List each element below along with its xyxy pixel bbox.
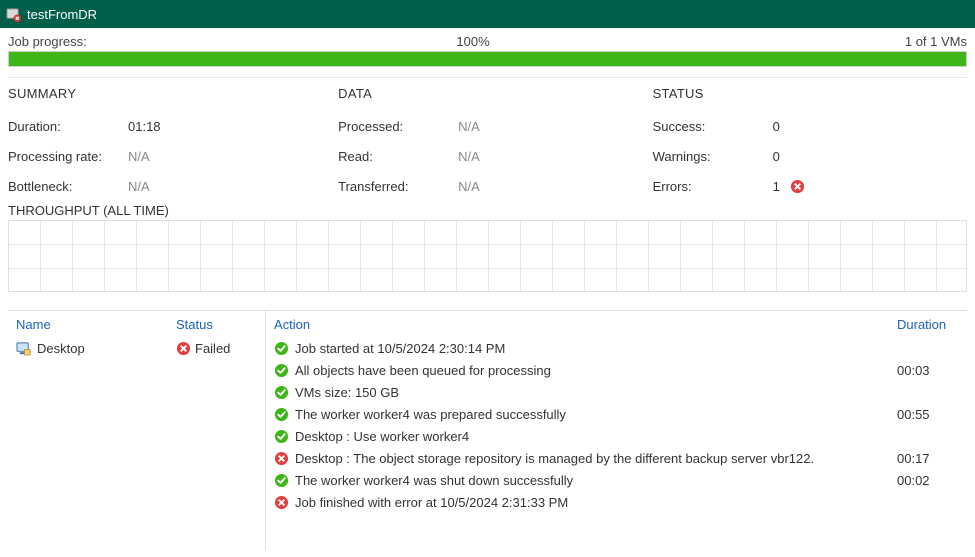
- action-text: The worker worker4 was prepared successf…: [295, 407, 566, 422]
- status-heading: STATUS: [653, 86, 967, 101]
- success-icon: [274, 341, 289, 356]
- data-processed-value: N/A: [458, 119, 480, 134]
- status-success: Success: 0: [653, 111, 967, 141]
- action-text: Desktop : The object storage repository …: [295, 451, 814, 466]
- actions-col-action[interactable]: Action: [274, 317, 897, 332]
- data-processed-label: Processed:: [338, 119, 458, 134]
- objects-col-name[interactable]: Name: [16, 317, 176, 332]
- status-success-label: Success:: [653, 119, 773, 134]
- success-icon: [274, 363, 289, 378]
- summary-bottleneck: Bottleneck: N/A: [8, 171, 338, 201]
- throughput-heading: THROUGHPUT (ALL TIME): [0, 201, 975, 218]
- status-success-value: 0: [773, 119, 780, 134]
- error-icon: [274, 451, 289, 466]
- actions-table-head: Action Duration: [266, 311, 967, 337]
- summary-bottleneck-label: Bottleneck:: [8, 179, 128, 194]
- window-title: testFromDR: [27, 7, 97, 22]
- action-text: Job finished with error at 10/5/2024 2:3…: [295, 495, 568, 510]
- data-column: DATA Processed: N/A Read: N/A Transferre…: [338, 86, 652, 201]
- summary-duration-label: Duration:: [8, 119, 128, 134]
- table-row[interactable]: Job finished with error at 10/5/2024 2:3…: [266, 491, 967, 513]
- data-heading: DATA: [338, 86, 652, 101]
- progress-bar: [8, 51, 967, 67]
- status-warnings: Warnings: 0: [653, 141, 967, 171]
- status-warnings-label: Warnings:: [653, 149, 773, 164]
- status-icon: [176, 341, 191, 356]
- objects-col-status[interactable]: Status: [176, 317, 265, 332]
- action-text: Job started at 10/5/2024 2:30:14 PM: [295, 341, 505, 356]
- job-progress-vms: 1 of 1 VMs: [905, 34, 967, 49]
- table-row[interactable]: Desktop : Use worker worker4: [266, 425, 967, 447]
- separator: [8, 77, 967, 78]
- summary-rate: Processing rate: N/A: [8, 141, 338, 171]
- object-status: Failed: [195, 341, 230, 356]
- status-errors: Errors: 1: [653, 171, 967, 201]
- action-duration: 00:02: [897, 473, 967, 488]
- action-duration: 00:55: [897, 407, 967, 422]
- action-text: Desktop : Use worker worker4: [295, 429, 469, 444]
- action-duration: 00:03: [897, 363, 967, 378]
- error-icon: [274, 495, 289, 510]
- summary-duration-value: 01:18: [128, 119, 161, 134]
- data-processed: Processed: N/A: [338, 111, 652, 141]
- success-icon: [274, 473, 289, 488]
- object-name: Desktop: [37, 341, 85, 356]
- table-row[interactable]: The worker worker4 was prepared successf…: [266, 403, 967, 425]
- data-read-label: Read:: [338, 149, 458, 164]
- success-icon: [274, 429, 289, 444]
- summary-bottleneck-value: N/A: [128, 179, 150, 194]
- summary-column: SUMMARY Duration: 01:18 Processing rate:…: [8, 86, 338, 201]
- app-icon: [6, 7, 21, 22]
- actions-col-duration[interactable]: Duration: [897, 317, 967, 332]
- action-text: All objects have been queued for process…: [295, 363, 551, 378]
- summary-rate-label: Processing rate:: [8, 149, 128, 164]
- table-row[interactable]: Job started at 10/5/2024 2:30:14 PM: [266, 337, 967, 359]
- job-progress-percent: 100%: [456, 34, 904, 49]
- actions-table: Action Duration Job started at 10/5/2024…: [266, 311, 967, 550]
- progress-bar-fill: [9, 52, 966, 66]
- data-read-value: N/A: [458, 149, 480, 164]
- status-column: STATUS Success: 0 Warnings: 0 Errors: 1: [653, 86, 967, 201]
- error-icon: [790, 179, 805, 194]
- status-errors-label: Errors:: [653, 179, 773, 194]
- progress-row: Job progress: 100% 1 of 1 VMs: [0, 28, 975, 51]
- success-icon: [274, 385, 289, 400]
- tables-area: Name Status Desktop Failed Action Duratio…: [8, 310, 967, 550]
- data-transferred-label: Transferred:: [338, 179, 458, 194]
- vm-icon: [16, 341, 31, 356]
- status-errors-value: 1: [773, 179, 780, 194]
- data-transferred: Transferred: N/A: [338, 171, 652, 201]
- titlebar: testFromDR: [0, 0, 975, 28]
- table-row[interactable]: VMs size: 150 GB: [266, 381, 967, 403]
- status-warnings-value: 0: [773, 149, 780, 164]
- action-text: VMs size: 150 GB: [295, 385, 399, 400]
- objects-table-head: Name Status: [8, 311, 265, 337]
- summary-duration: Duration: 01:18: [8, 111, 338, 141]
- success-icon: [274, 407, 289, 422]
- table-row[interactable]: Desktop : The object storage repository …: [266, 447, 967, 469]
- action-text: The worker worker4 was shut down success…: [295, 473, 573, 488]
- summary-heading: SUMMARY: [8, 86, 338, 101]
- table-row[interactable]: All objects have been queued for process…: [266, 359, 967, 381]
- summary-rate-value: N/A: [128, 149, 150, 164]
- job-progress-label: Job progress:: [8, 34, 456, 49]
- table-row[interactable]: The worker worker4 was shut down success…: [266, 469, 967, 491]
- stats-area: SUMMARY Duration: 01:18 Processing rate:…: [0, 82, 975, 201]
- throughput-chart: [8, 220, 967, 292]
- data-read: Read: N/A: [338, 141, 652, 171]
- table-row[interactable]: Desktop Failed: [8, 337, 265, 359]
- data-transferred-value: N/A: [458, 179, 480, 194]
- objects-table: Name Status Desktop Failed: [8, 311, 266, 550]
- action-duration: 00:17: [897, 451, 967, 466]
